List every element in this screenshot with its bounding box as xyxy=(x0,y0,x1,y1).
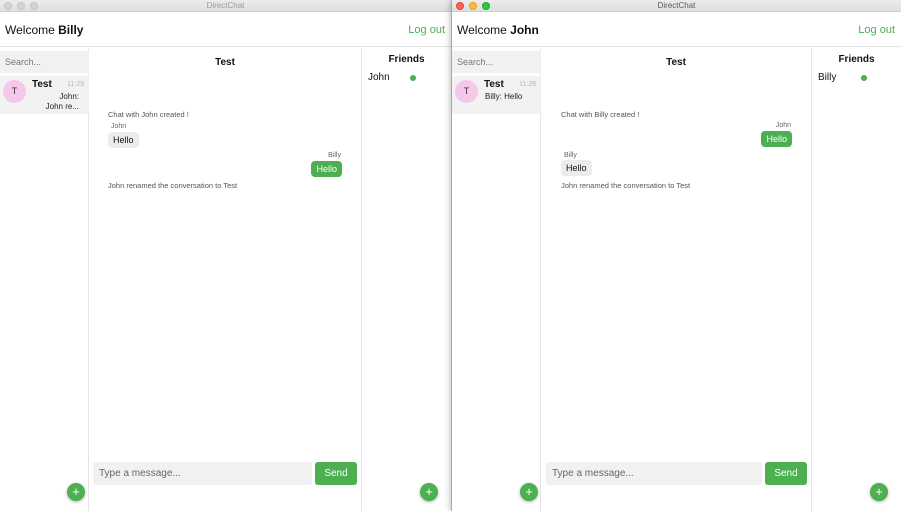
friends-title: Friends xyxy=(388,54,425,65)
message-bubble-outgoing: Hello xyxy=(311,161,342,177)
friend-item[interactable]: Billy xyxy=(818,72,836,83)
window-controls xyxy=(4,2,38,10)
window-title: DirectChat xyxy=(206,1,245,10)
minimize-window-icon[interactable] xyxy=(17,2,25,10)
message-sender: Billy xyxy=(564,152,577,159)
message-input[interactable] xyxy=(93,462,312,485)
chat-title: Test xyxy=(215,57,235,68)
conversation-sidebar: T Test 11:29 John: John re... + xyxy=(0,48,89,511)
message-input[interactable] xyxy=(546,462,762,485)
conversation-name: Test xyxy=(484,79,504,90)
conversation-item[interactable]: T Test 11:28 Billy: Hello xyxy=(452,76,541,114)
username: Billy xyxy=(58,23,84,37)
add-friend-button[interactable]: + xyxy=(870,483,888,501)
online-status-icon xyxy=(861,75,867,81)
window-titlebar[interactable]: DirectChat xyxy=(0,0,451,12)
search-input[interactable] xyxy=(452,51,541,73)
window-controls xyxy=(456,2,490,10)
friends-panel: Friends John + xyxy=(361,48,451,511)
message-bubble-incoming: Hello xyxy=(561,160,592,176)
close-window-icon[interactable] xyxy=(4,2,12,10)
search-input[interactable] xyxy=(0,51,89,73)
welcome-prefix: Welcome xyxy=(457,23,507,37)
online-status-icon xyxy=(410,75,416,81)
send-button[interactable]: Send xyxy=(315,462,357,485)
app-header: Welcome John Log out xyxy=(452,13,901,47)
window-title: DirectChat xyxy=(657,1,696,10)
conversation-time: 11:28 xyxy=(519,81,536,88)
conversation-sidebar: T Test 11:28 Billy: Hello + xyxy=(452,48,541,511)
chat-window-john: DirectChat Welcome John Log out T Test 1… xyxy=(452,0,901,511)
system-message-created: Chat with John created ! xyxy=(108,110,189,119)
system-message-renamed: John renamed the conversation to Test xyxy=(108,181,238,190)
conversation-avatar: T xyxy=(3,80,26,103)
message-sender: Billy xyxy=(328,152,341,159)
welcome-text: Welcome John xyxy=(457,23,539,37)
window-titlebar[interactable]: DirectChat xyxy=(452,0,901,12)
message-sender: John xyxy=(775,122,791,129)
message-bubble-outgoing: Hello xyxy=(761,131,792,147)
conversation-preview: John: John re... xyxy=(31,92,79,112)
send-button[interactable]: Send xyxy=(765,462,807,485)
message-sender: John xyxy=(111,123,127,130)
welcome-text: Welcome Billy xyxy=(5,23,83,37)
conversation-time: 11:29 xyxy=(67,81,84,88)
app-header: Welcome Billy Log out xyxy=(0,13,451,47)
preview-line-2: John re... xyxy=(45,102,79,111)
friends-panel: Friends Billy + xyxy=(811,48,901,511)
system-message-renamed: John renamed the conversation to Test xyxy=(561,181,691,190)
chat-window-billy: DirectChat Welcome Billy Log out T Test … xyxy=(0,0,451,511)
conversation-item[interactable]: T Test 11:29 John: John re... xyxy=(0,76,89,114)
new-conversation-button[interactable]: + xyxy=(67,483,85,501)
close-window-icon[interactable] xyxy=(456,2,464,10)
minimize-window-icon[interactable] xyxy=(469,2,477,10)
message-bubble-incoming: Hello xyxy=(108,132,139,148)
system-message-created: Chat with Billy created ! xyxy=(561,110,640,119)
zoom-window-icon[interactable] xyxy=(482,2,490,10)
chat-panel: Test Chat with Billy created ! John Hell… xyxy=(541,48,811,511)
chat-title: Test xyxy=(666,57,686,68)
username: John xyxy=(510,23,539,37)
add-friend-button[interactable]: + xyxy=(420,483,438,501)
new-conversation-button[interactable]: + xyxy=(520,483,538,501)
logout-link[interactable]: Log out xyxy=(408,24,445,36)
conversation-avatar: T xyxy=(455,80,478,103)
conversation-name: Test xyxy=(32,79,52,90)
welcome-prefix: Welcome xyxy=(5,23,55,37)
logout-link[interactable]: Log out xyxy=(858,24,895,36)
friend-item[interactable]: John xyxy=(368,72,390,83)
preview-line-1: John: xyxy=(59,92,79,101)
conversation-preview: Billy: Hello xyxy=(485,92,523,101)
chat-panel: Test Chat with John created ! John Hello… xyxy=(89,48,361,511)
friends-title: Friends xyxy=(838,54,875,65)
zoom-window-icon[interactable] xyxy=(30,2,38,10)
